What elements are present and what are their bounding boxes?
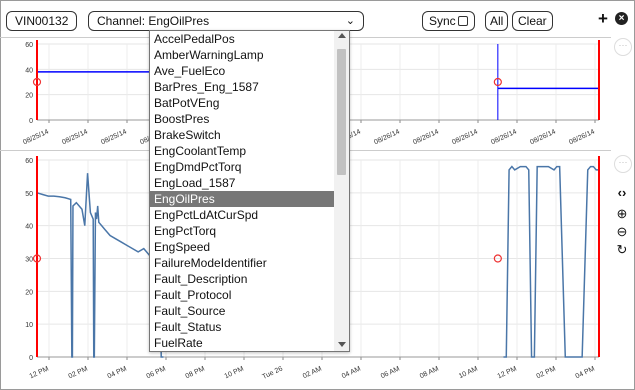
dropdown-list: AccelPedalPos AmberWarningLamp Ave_FuelEco… [150, 31, 334, 351]
dropdown-option[interactable]: Fault_Source [150, 303, 334, 319]
all-button[interactable]: All [485, 11, 509, 31]
dropdown-option[interactable]: Fault_Status [150, 319, 334, 335]
x-tick-label: 08/25/14 [100, 128, 128, 146]
dropdown-option[interactable]: BatPotVEng [150, 95, 334, 111]
series-line [503, 165, 599, 358]
x-tick-label: 06 PM [146, 365, 167, 380]
y-tick-label: 20 [25, 289, 33, 296]
dropdown-option[interactable]: EngSpeed [150, 239, 334, 255]
close-icon[interactable]: × [615, 12, 628, 25]
x-tick-label: 04 AM [341, 365, 362, 380]
channel-label: Channel: [97, 14, 146, 28]
dropdown-option[interactable]: Ave_FuelEco [150, 63, 334, 79]
dropdown-option[interactable]: EngPctLdAtCurSpd [150, 207, 334, 223]
dropdown-option[interactable]: AccelPedalPos [150, 31, 334, 47]
y-tick-label: 30 [25, 257, 33, 264]
channel-select[interactable]: Channel: EngOilPres ⌄ [88, 11, 364, 31]
y-tick-label: 50 [25, 191, 33, 198]
x-tick-label: 08/26/14 [529, 128, 557, 146]
dropdown-option[interactable]: Fault_Protocol [150, 287, 334, 303]
more-icon[interactable]: ··· [614, 38, 632, 56]
dropdown-option[interactable]: BarPres_Eng_1587 [150, 79, 334, 95]
clear-button[interactable]: Clear [512, 11, 553, 31]
series-line [36, 173, 164, 358]
y-tick-label: 0 [29, 118, 33, 125]
all-label: All [490, 14, 504, 28]
chevrons-icon[interactable]: ‹› [614, 185, 630, 200]
zoom-in-icon[interactable]: ⊕ [614, 206, 630, 222]
y-tick-label: 60 [25, 42, 33, 49]
dropdown-option[interactable]: FuelRate [150, 335, 334, 351]
vin-label: VIN00132 [15, 14, 69, 28]
x-tick-label: 02 AM [302, 365, 323, 380]
y-tick-label: 0 [29, 355, 33, 362]
sync-button[interactable]: Sync [422, 11, 475, 31]
x-tick-label: 08/26/14 [490, 128, 518, 146]
scroll-up-icon[interactable] [338, 33, 346, 38]
x-tick-label: 04 PM [575, 365, 596, 380]
x-tick-label: 08/26/14 [451, 128, 479, 146]
scroll-thumb[interactable] [337, 49, 346, 175]
x-tick-label: 10 AM [458, 365, 479, 380]
x-tick-label: 10 PM [224, 365, 245, 380]
dropdown-scrollbar[interactable] [334, 31, 349, 351]
x-tick-label: 04 PM [107, 365, 128, 380]
dropdown-option[interactable]: AmberWarningLamp [150, 47, 334, 63]
y-tick-label: 40 [25, 67, 33, 74]
sync-checkbox[interactable] [457, 16, 468, 26]
dropdown-option[interactable]: BrakeSwitch [150, 127, 334, 143]
channel-dropdown[interactable]: AccelPedalPos AmberWarningLamp Ave_FuelEco… [149, 30, 350, 352]
y-tick-label: 40 [25, 224, 33, 231]
x-tick-label: 12 PM [497, 365, 518, 380]
more-icon[interactable]: ··· [614, 155, 632, 173]
dropdown-option[interactable]: EngDmdPctTorq [150, 159, 334, 175]
x-tick-label: 08 PM [185, 365, 206, 380]
scroll-down-icon[interactable] [338, 342, 346, 347]
zoom-out-icon[interactable]: ⊖ [614, 224, 630, 240]
y-tick-label: 60 [25, 158, 33, 165]
x-tick-label: 02 PM [68, 365, 89, 380]
x-tick-label: 08 AM [419, 365, 440, 380]
y-tick-label: 20 [25, 93, 33, 100]
dropdown-option[interactable]: EngCoolantTemp [150, 143, 334, 159]
channel-value: EngOilPres [148, 14, 210, 28]
sync-label: Sync [429, 14, 456, 28]
dropdown-option[interactable]: EngOilPres [150, 191, 334, 207]
clear-label: Clear [518, 14, 547, 28]
x-tick-label: 08/25/14 [61, 128, 89, 146]
x-tick-label: 08/26/14 [568, 128, 596, 146]
x-tick-label: Tue 26 [261, 365, 284, 380]
dropdown-option[interactable]: EngLoad_1587 [150, 175, 334, 191]
y-tick-label: 10 [25, 322, 33, 329]
x-tick-label: 08/26/14 [373, 128, 401, 146]
chevron-down-icon: ⌄ [345, 15, 355, 27]
x-tick-label: 02 PM [536, 365, 557, 380]
reset-icon[interactable]: ↻ [614, 242, 630, 258]
x-tick-label: 08/26/14 [412, 128, 440, 146]
dropdown-option[interactable]: FailureModeIdentifier [150, 255, 334, 271]
x-tick-label: 06 AM [380, 365, 401, 380]
x-tick-label: 08/25/14 [22, 128, 50, 146]
vin-select[interactable]: VIN00132 [6, 11, 78, 31]
dropdown-option[interactable]: Fault_Description [150, 271, 334, 287]
x-tick-label: 12 PM [29, 365, 50, 380]
plus-icon[interactable]: + [598, 9, 608, 29]
dropdown-option[interactable]: BoostPres [150, 111, 334, 127]
dropdown-option[interactable]: EngPctTorq [150, 223, 334, 239]
